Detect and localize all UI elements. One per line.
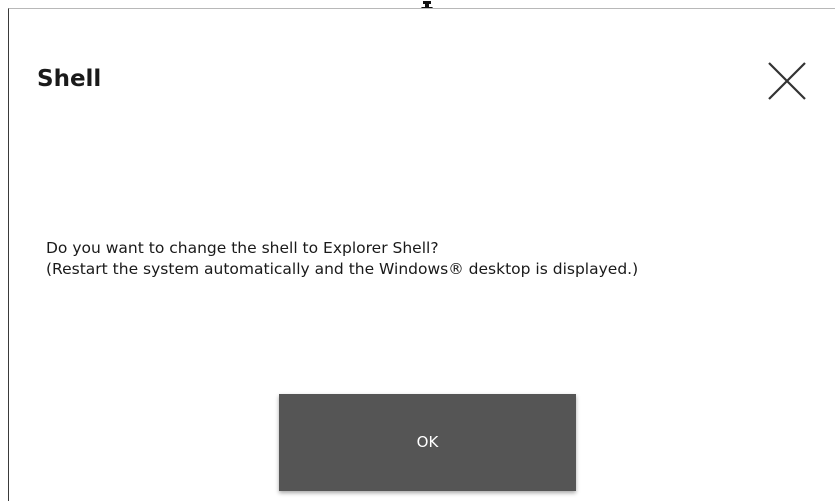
message-line-note: (Restart the system automatically and th… [46, 260, 639, 278]
message-line-question: Do you want to change the shell to Explo… [46, 239, 439, 257]
dialog-title: Shell [37, 66, 102, 92]
shell-dialog: Shell Do you want to change the shell to… [8, 8, 835, 501]
dialog-message: Do you want to change the shell to Explo… [46, 238, 816, 280]
screen: Shell Do you want to change the shell to… [0, 0, 835, 501]
close-icon [768, 62, 806, 100]
ok-button[interactable]: OK [279, 394, 576, 491]
close-button[interactable] [765, 59, 809, 103]
